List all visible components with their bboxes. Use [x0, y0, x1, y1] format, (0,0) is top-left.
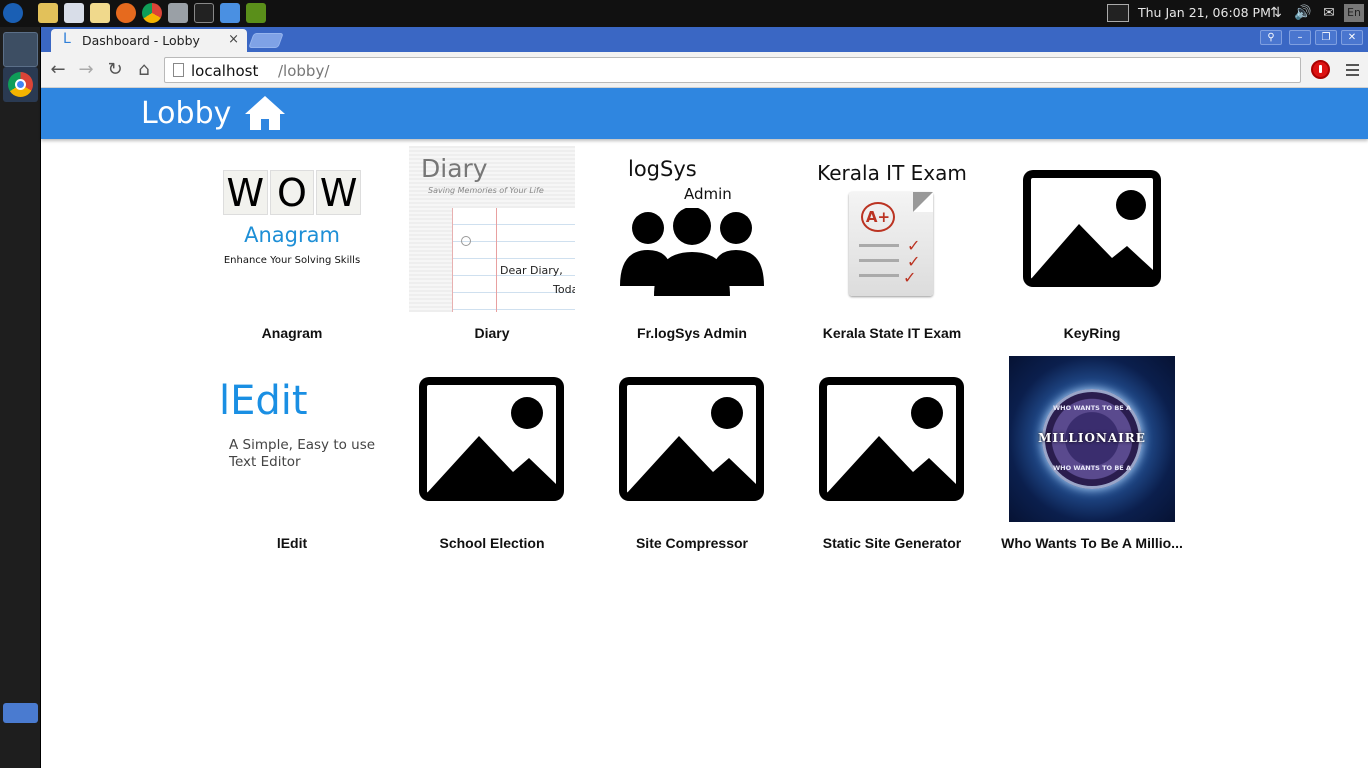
pidgin-icon[interactable] — [38, 3, 58, 23]
volume-icon[interactable]: 🔊 — [1292, 4, 1314, 22]
app-label: Static Site Generator — [822, 535, 962, 551]
browser-window: L Dashboard - Lobby × ⚲ – ❐ ✕ ← → ↻ ⌂ lo… — [41, 27, 1368, 768]
close-window-button[interactable]: ✕ — [1341, 30, 1363, 45]
app-tile-diary[interactable]: Diary Saving Memories of Your Life Dear … — [392, 146, 592, 351]
home-button-icon[interactable]: ⌂ — [133, 59, 155, 81]
tab-dashboard-lobby[interactable]: L Dashboard - Lobby × — [51, 29, 247, 52]
taskbar-chrome-window[interactable] — [3, 703, 38, 723]
app-label: lEdit — [276, 535, 308, 551]
forward-arrow-icon[interactable]: → — [75, 59, 97, 81]
back-arrow-icon[interactable]: ← — [47, 59, 69, 81]
image-placeholder-icon — [809, 356, 975, 522]
app-tile-millionaire[interactable]: WHO WANTS TO BE A MILLIONAIRE WHO WANTS … — [992, 356, 1192, 561]
lobby-favicon-icon: L — [63, 31, 71, 47]
terminal-icon[interactable] — [194, 3, 214, 23]
page-title: Lobby — [141, 96, 232, 131]
app-label: Site Compressor — [635, 535, 749, 551]
new-tab-button[interactable] — [248, 33, 284, 48]
app-header: Lobby — [41, 88, 1368, 139]
mail-icon[interactable] — [90, 3, 110, 23]
anagram-thumbnail: W O W Anagram Enhance Your Solving Skill… — [209, 146, 375, 312]
chrome-dock-icon[interactable] — [3, 67, 38, 102]
adblock-extension-icon[interactable] — [1311, 60, 1330, 79]
app-tile-school-election[interactable]: School Election — [392, 356, 592, 561]
tab-title: Dashboard - Lobby — [82, 33, 200, 48]
tab-close-icon[interactable]: × — [228, 32, 239, 47]
app-label: Anagram — [261, 325, 323, 341]
minimize-button[interactable]: – — [1289, 30, 1311, 45]
browser-toolbar: ← → ↻ ⌂ localhost /lobby/ — [41, 52, 1368, 88]
app-label: Who Wants To Be A Millio... — [1001, 535, 1183, 551]
system-monitor-icon[interactable] — [1107, 4, 1129, 22]
page-icon — [173, 63, 184, 77]
image-placeholder-icon — [1009, 146, 1175, 312]
users-group-icon — [620, 208, 764, 296]
keyboard-layout[interactable]: En — [1344, 4, 1364, 22]
chrome-launcher-icon[interactable] — [142, 3, 162, 23]
url-path: /lobby/ — [278, 62, 330, 80]
address-bar[interactable]: localhost /lobby/ — [164, 57, 1301, 83]
workspace-switcher[interactable] — [3, 32, 38, 67]
app-tile-site-compressor[interactable]: Site Compressor — [592, 356, 792, 561]
app-label: School Election — [439, 535, 545, 551]
diary-thumbnail: Diary Saving Memories of Your Life Dear … — [409, 146, 575, 312]
app-label: Kerala State IT Exam — [822, 325, 962, 341]
reload-icon[interactable]: ↻ — [104, 59, 126, 81]
image-placeholder-icon — [609, 356, 775, 522]
it-exam-thumbnail: Kerala IT Exam A+ ✓ ✓ ✓ — [809, 146, 975, 312]
app-tile-logsys-admin[interactable]: logSys Admin Fr.logSys Admin — [592, 146, 792, 351]
app-tile-static-site-generator[interactable]: Static Site Generator — [792, 356, 992, 561]
url-host: localhost — [191, 62, 259, 80]
app-label: Fr.logSys Admin — [637, 325, 747, 341]
app-tile-anagram[interactable]: W O W Anagram Enhance Your Solving Skill… — [192, 146, 392, 351]
firefox-icon[interactable] — [116, 3, 136, 23]
restore-button[interactable]: ❐ — [1315, 30, 1337, 45]
app-tile-kerala-it-exam[interactable]: Kerala IT Exam A+ ✓ ✓ ✓ Kerala State IT … — [792, 146, 992, 351]
app-menu-icon[interactable] — [3, 3, 23, 23]
app-label: KeyRing — [1063, 325, 1121, 341]
window-manager-icon[interactable] — [64, 3, 84, 23]
logsys-admin-thumbnail: logSys Admin — [609, 146, 775, 312]
ledit-thumbnail: lEdit A Simple, Easy to use Text Editor — [209, 356, 399, 522]
app-tile-ledit[interactable]: lEdit A Simple, Easy to use Text Editor … — [192, 356, 399, 561]
system-top-panel: Thu Jan 21, 06:08 PM ⇅ 🔊 ✉ En — [0, 0, 1368, 27]
tab-strip: L Dashboard - Lobby × ⚲ – ❐ ✕ — [41, 27, 1368, 52]
nvidia-icon[interactable] — [246, 3, 266, 23]
image-placeholder-icon — [409, 356, 575, 522]
clock[interactable]: Thu Jan 21, 06:08 PM — [1138, 5, 1271, 20]
chrome-menu-icon[interactable] — [1341, 59, 1363, 81]
profile-icon[interactable]: ⚲ — [1260, 30, 1282, 45]
page-content: Lobby W O W Anagram Enhance Your Solving… — [41, 88, 1368, 768]
app-label: Diary — [474, 325, 510, 341]
mail-indicator-icon[interactable]: ✉ — [1318, 4, 1340, 22]
network-icon[interactable]: ⇅ — [1266, 4, 1286, 22]
file-manager-icon[interactable] — [168, 3, 188, 23]
app-tile-keyring[interactable]: KeyRing — [992, 146, 1192, 351]
left-dock — [0, 27, 41, 768]
millionaire-thumbnail: WHO WANTS TO BE A MILLIONAIRE WHO WANTS … — [1009, 356, 1175, 522]
home-icon[interactable] — [245, 94, 285, 132]
download-icon[interactable] — [220, 3, 240, 23]
